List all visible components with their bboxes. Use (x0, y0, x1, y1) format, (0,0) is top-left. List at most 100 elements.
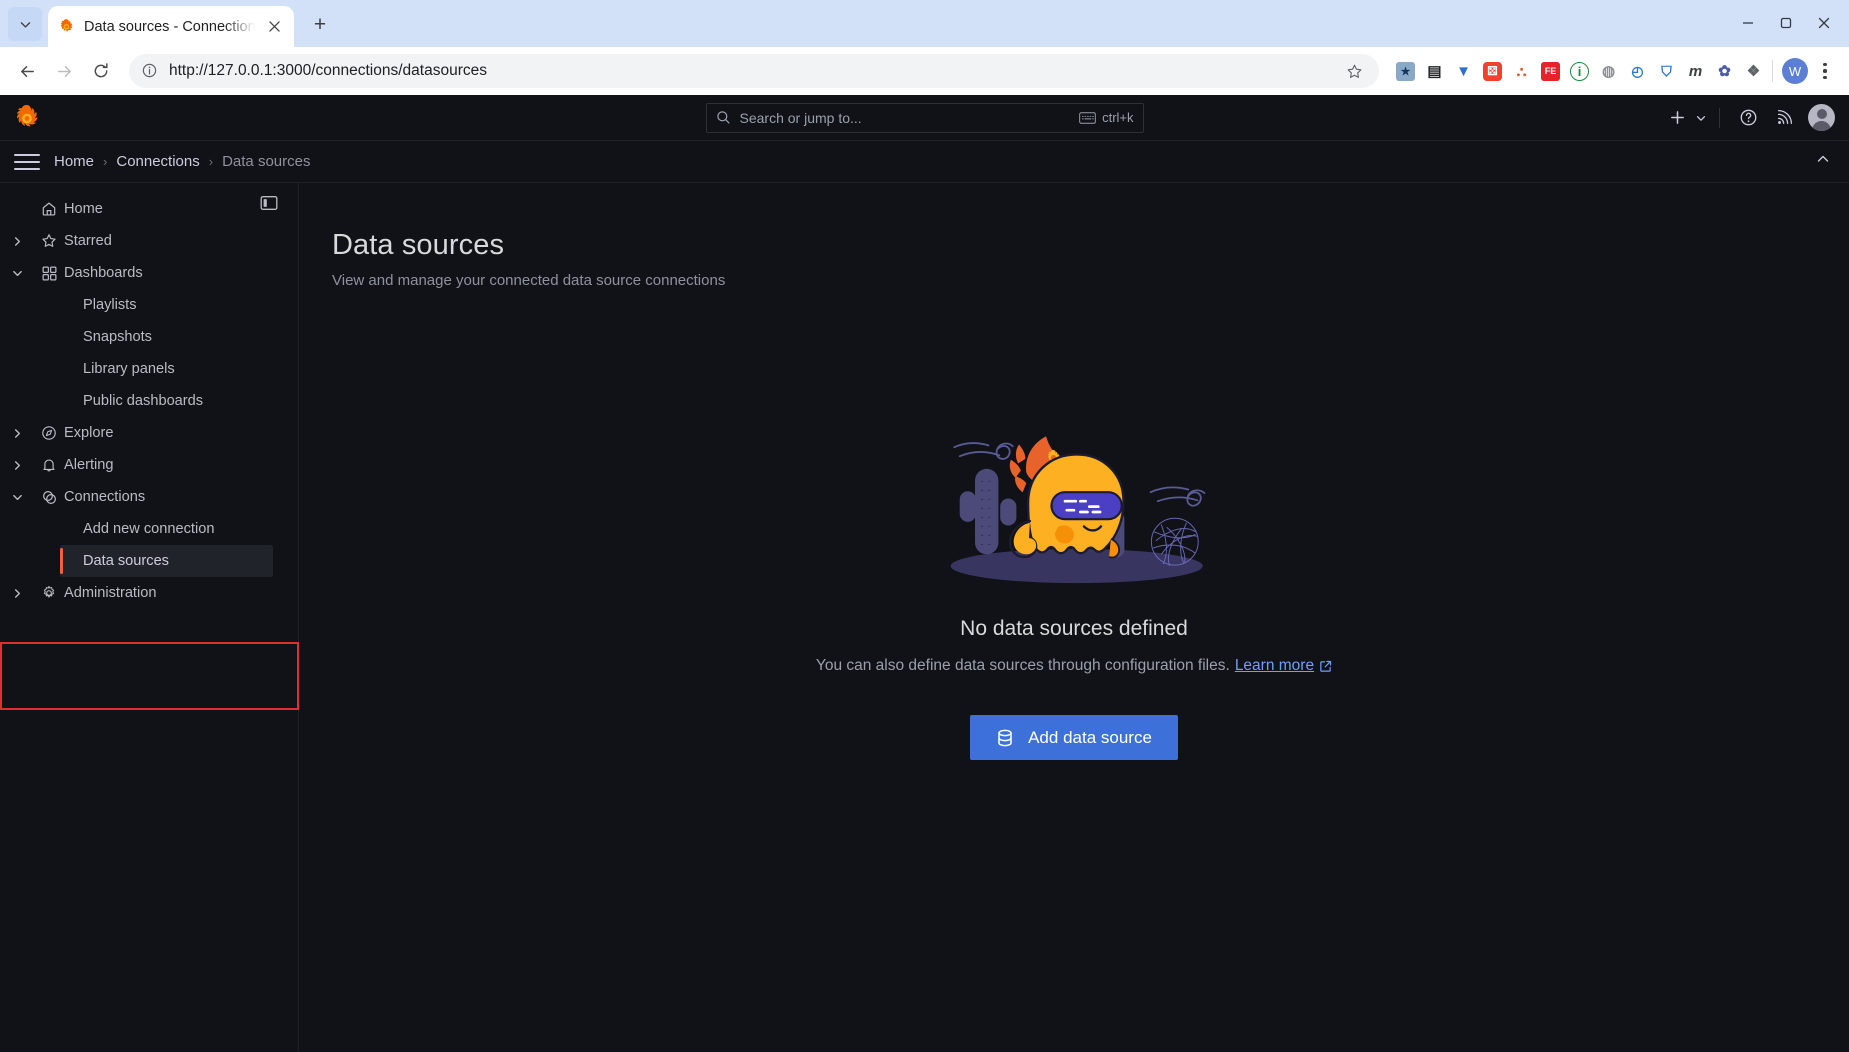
chevron-down-icon[interactable] (0, 492, 34, 503)
puzzle-extensions-icon[interactable]: ❖ (1744, 62, 1763, 81)
bookmark-manager-extension-icon[interactable]: ★ (1396, 61, 1415, 81)
breadcrumb-separator: › (208, 154, 214, 169)
funnel-filter-extension-icon[interactable]: ▼ (1454, 62, 1473, 81)
reload-icon[interactable] (84, 54, 118, 88)
sidebar-item-add-new-connection[interactable]: Add new connection (0, 513, 298, 545)
help-circle-icon[interactable] (1732, 102, 1764, 134)
browser-tab-title: Data sources - Connections - Grafana (84, 18, 255, 35)
search-shortcut-text: ctrl+k (1102, 110, 1134, 125)
chevron-right-icon[interactable] (0, 236, 34, 247)
tab-search-chevron-icon[interactable] (8, 7, 42, 41)
hamburger-menu-icon[interactable] (14, 149, 40, 175)
extension-tray: ★ ▤ ▼ ⚄ ⛬ FE i ◍ ◴ ⛉ m ✿ ❖ (1390, 61, 1763, 81)
shield-extension-icon[interactable]: ⛉ (1657, 62, 1676, 81)
app-body: Home Starred Dashboards Playlists Snapsh… (0, 183, 1849, 1052)
empty-state-title: No data sources defined (960, 617, 1188, 640)
shield-info-extension-icon[interactable]: i (1570, 61, 1589, 81)
sidebar-item-label: Data sources (83, 553, 169, 569)
sidebar-item-data-sources[interactable]: Data sources (60, 545, 273, 577)
info-circle-icon[interactable] (141, 62, 159, 80)
news-rss-icon[interactable] (1768, 102, 1800, 134)
search-shortcut-hint: ctrl+k (1079, 110, 1134, 125)
new-tab-button[interactable]: + (303, 8, 337, 42)
window-controls (1729, 8, 1843, 38)
browser-profile-avatar[interactable]: W (1782, 58, 1808, 84)
sidebar-item-alerting[interactable]: Alerting (0, 449, 298, 481)
window-maximize-button[interactable] (1767, 8, 1805, 38)
plus-icon (1661, 102, 1693, 134)
sidebar-item-public-dashboards[interactable]: Public dashboards (0, 385, 298, 417)
annotation-highlight-box (0, 642, 299, 710)
grafana-app: Search or jump to... ctrl+k Home › Conne… (0, 95, 1849, 1052)
sidebar-item-label: Playlists (83, 297, 137, 313)
clock-extension-icon[interactable]: ◴ (1628, 62, 1647, 81)
sidebar-item-label: Alerting (64, 457, 114, 473)
qr-code-extension-icon[interactable]: ▤ (1425, 61, 1444, 81)
globe-extension-icon[interactable]: ◍ (1599, 62, 1618, 81)
grafana-logo-icon (58, 18, 75, 35)
dice-extension-icon[interactable]: ⚄ (1483, 61, 1502, 81)
sidebar-item-explore[interactable]: Explore (0, 417, 298, 449)
external-link-icon[interactable] (1319, 660, 1332, 673)
three-dot-menu-icon[interactable] (1811, 56, 1839, 86)
sidebar-item-label: Snapshots (83, 329, 152, 345)
sidebar-item-starred[interactable]: Starred (0, 225, 298, 257)
breadcrumb: Home › Connections › Data sources (54, 153, 310, 170)
chevron-down-icon[interactable] (0, 268, 34, 279)
sidebar-item-label: Add new connection (83, 521, 215, 537)
breadcrumb-item-connections[interactable]: Connections (116, 153, 199, 170)
page-title: Data sources (332, 229, 505, 261)
bell-icon (34, 457, 64, 473)
browser-tab[interactable]: Data sources - Connections - Grafana (48, 6, 294, 47)
breadcrumb-bar: Home › Connections › Data sources (0, 141, 1849, 183)
tab-close-icon[interactable] (264, 17, 284, 37)
forward-arrow-icon (47, 54, 81, 88)
sidebar-item-label: Explore (64, 425, 114, 441)
back-arrow-icon[interactable] (10, 54, 44, 88)
chevron-up-icon[interactable] (1815, 151, 1831, 172)
sitemap-extension-icon[interactable]: ⛬ (1512, 62, 1531, 81)
browser-window: Data sources - Connections - Grafana + (0, 0, 1849, 1052)
fe-extension-icon[interactable]: FE (1541, 61, 1560, 81)
sidebar-item-label: Home (64, 201, 103, 217)
breadcrumb-separator: › (103, 154, 108, 169)
sidebar-item-playlists[interactable]: Playlists (0, 289, 298, 321)
breadcrumb-item-home[interactable]: Home (54, 153, 94, 170)
keyboard-icon (1079, 111, 1096, 124)
sidebar: Home Starred Dashboards Playlists Snapsh… (0, 183, 299, 1052)
bookmark-star-icon[interactable] (1341, 58, 1367, 84)
sidebar-item-label: Connections (64, 489, 146, 505)
browser-tab-strip: Data sources - Connections - Grafana + (0, 0, 1849, 47)
browser-toolbar: http://127.0.0.1:3000/connections/dataso… (0, 47, 1849, 95)
breadcrumb-item-data-sources[interactable]: Data sources (222, 153, 310, 170)
address-bar-url: http://127.0.0.1:3000/connections/dataso… (169, 62, 487, 79)
learn-more-link[interactable]: Learn more (1235, 657, 1314, 675)
grafana-top-bar: Search or jump to... ctrl+k (0, 95, 1849, 141)
create-new-button[interactable] (1661, 102, 1707, 134)
flower-extension-icon[interactable]: ✿ (1715, 62, 1734, 81)
m-extension-icon[interactable]: m (1686, 62, 1705, 81)
empty-state: No data sources defined You can also def… (299, 413, 1849, 760)
sidebar-item-home[interactable]: Home (0, 193, 298, 225)
toolbar-divider (1772, 60, 1773, 82)
grafana-logo[interactable] (12, 103, 42, 133)
top-bar-actions (1661, 102, 1849, 134)
sidebar-item-snapshots[interactable]: Snapshots (0, 321, 298, 353)
address-bar[interactable]: http://127.0.0.1:3000/connections/dataso… (129, 54, 1379, 88)
home-icon (34, 201, 64, 217)
sidebar-item-dashboards[interactable]: Dashboards (0, 257, 298, 289)
empty-state-description-text: You can also define data sources through… (815, 657, 1230, 674)
connections-icon (34, 489, 64, 506)
window-minimize-button[interactable] (1729, 8, 1767, 38)
window-close-button[interactable] (1805, 8, 1843, 38)
user-avatar[interactable] (1808, 104, 1835, 131)
search-input[interactable]: Search or jump to... ctrl+k (705, 102, 1144, 133)
chevron-right-icon[interactable] (0, 588, 34, 599)
page-subtitle: View and manage your connected data sour… (332, 272, 726, 289)
chevron-right-icon[interactable] (0, 460, 34, 471)
chevron-right-icon[interactable] (0, 428, 34, 439)
sidebar-item-connections[interactable]: Connections (0, 481, 298, 513)
sidebar-item-library-panels[interactable]: Library panels (0, 353, 298, 385)
add-data-source-button[interactable]: Add data source (970, 715, 1178, 760)
sidebar-item-administration[interactable]: Administration (0, 577, 298, 609)
